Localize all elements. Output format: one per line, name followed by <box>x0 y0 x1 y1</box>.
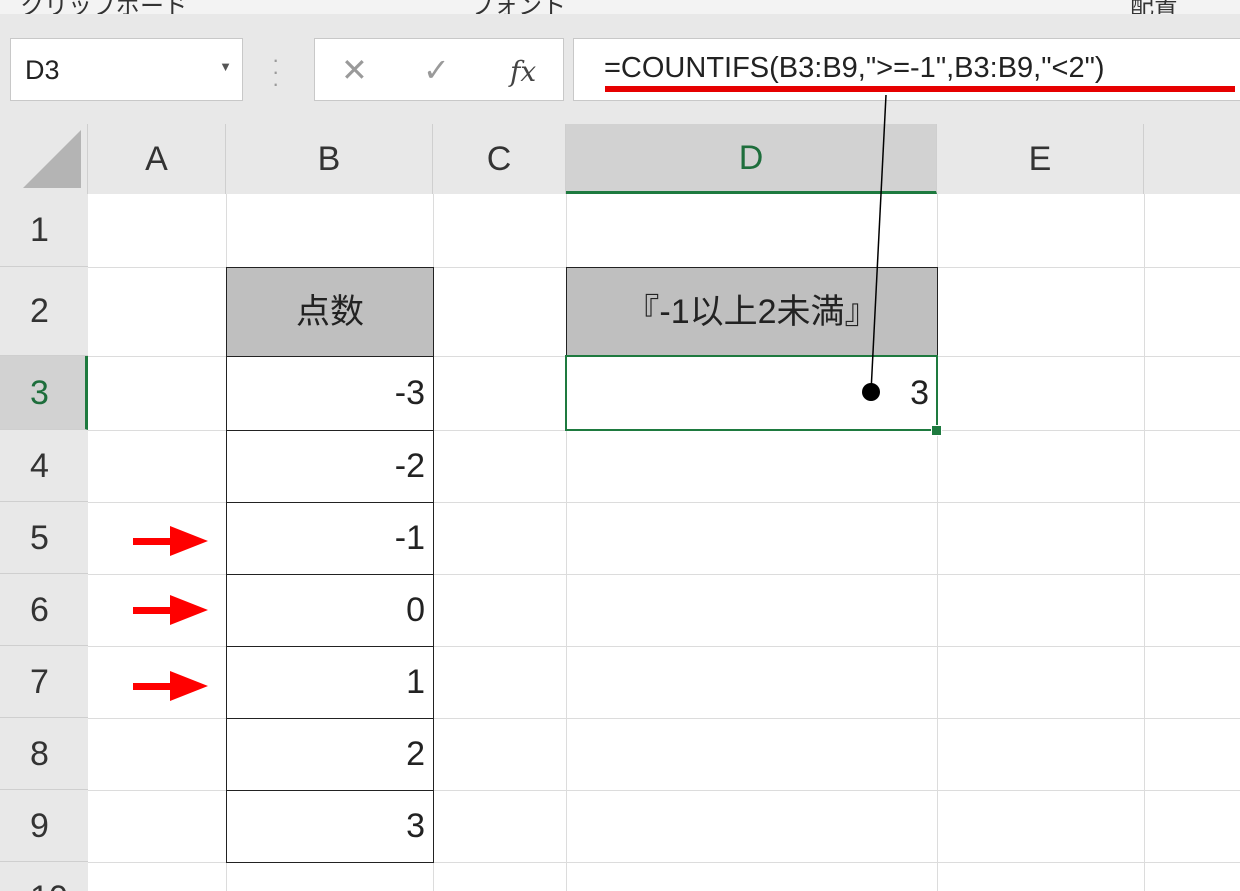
row-header-6[interactable]: 6 <box>0 574 88 646</box>
column-header-e[interactable]: E <box>937 124 1144 194</box>
column-header-f[interactable] <box>1144 124 1240 194</box>
cell-b7[interactable]: 1 <box>226 646 434 719</box>
cell-b6[interactable]: 0 <box>226 574 434 647</box>
cell-b9[interactable]: 3 <box>226 790 434 863</box>
cell-b3[interactable]: -3 <box>226 356 434 431</box>
row-header-9[interactable]: 9 <box>0 790 88 862</box>
formula-input[interactable]: =COUNTIFS(B3:B9,">=-1",B3:B9,"<2") <box>573 38 1240 101</box>
row-header-4[interactable]: 4 <box>0 430 88 502</box>
cell-b4[interactable]: -2 <box>226 430 434 503</box>
row-header-3[interactable]: 3 <box>0 356 88 430</box>
ribbon-label-alignment: 配置 <box>1130 0 1178 15</box>
formula-bar: D3 ▼ · · · ✕ ✓ fx =COUNTIFS(B3:B9,">=-1",B… <box>0 14 1240 124</box>
row-header-1[interactable]: 1 <box>0 194 88 267</box>
name-box-value: D3 <box>25 55 60 85</box>
ribbon-group-labels: クリップボード フォント 配置 <box>0 0 1240 15</box>
cell-b5[interactable]: -1 <box>226 502 434 575</box>
ribbon-label-font: フォント <box>470 0 566 15</box>
formula-text: =COUNTIFS(B3:B9,">=-1",B3:B9,"<2") <box>604 52 1105 84</box>
worksheet-grid: A B C D E 1 2 3 4 5 6 7 8 9 10 点数 -3 -2 … <box>0 124 1240 891</box>
chevron-down-icon[interactable]: ▼ <box>219 59 232 74</box>
formula-buttons: ✕ ✓ fx <box>314 38 564 101</box>
row-header-5[interactable]: 5 <box>0 502 88 574</box>
gridline <box>1144 194 1145 891</box>
close-icon[interactable]: ✕ <box>341 51 368 89</box>
select-all-button[interactable] <box>0 124 88 194</box>
row-header-10[interactable]: 10 <box>0 862 88 891</box>
check-icon[interactable]: ✓ <box>423 51 450 89</box>
insert-function-button[interactable]: fx <box>510 55 536 88</box>
cell-d2[interactable]: 『-1以上2未満』 <box>566 267 938 357</box>
select-all-triangle-icon <box>23 130 81 188</box>
column-header-d[interactable]: D <box>566 124 937 194</box>
row-header-2[interactable]: 2 <box>0 267 88 356</box>
column-header-c[interactable]: C <box>433 124 566 194</box>
formula-bar-grip-icon[interactable]: · · · <box>272 49 279 95</box>
row-header-8[interactable]: 8 <box>0 718 88 790</box>
active-cell-border <box>565 355 938 431</box>
ribbon-label-clipboard: クリップボード <box>20 0 188 15</box>
cell-b8[interactable]: 2 <box>226 718 434 791</box>
row-header-7[interactable]: 7 <box>0 646 88 718</box>
column-header-a[interactable]: A <box>88 124 226 194</box>
fill-handle[interactable] <box>931 425 942 436</box>
name-box[interactable]: D3 ▼ <box>10 38 243 101</box>
column-header-b[interactable]: B <box>226 124 433 194</box>
cell-b2[interactable]: 点数 <box>226 267 434 357</box>
